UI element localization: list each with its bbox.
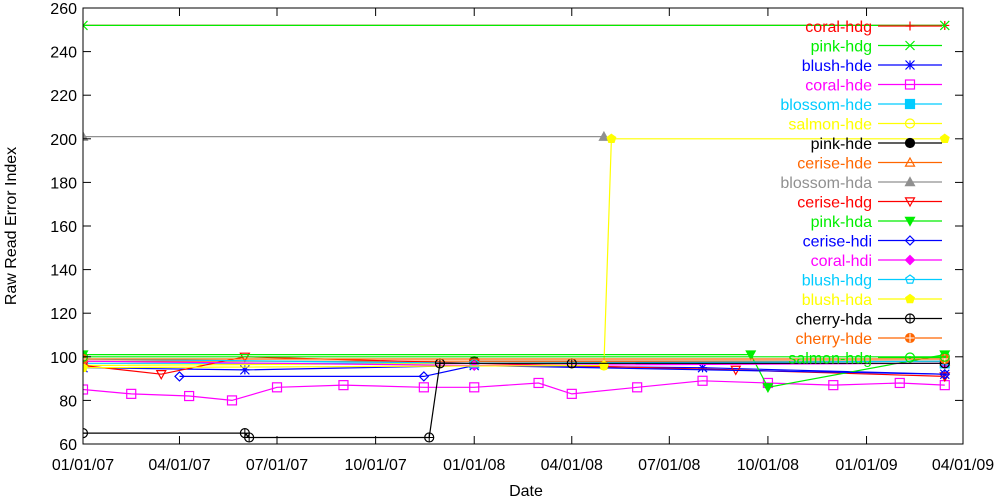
legend-marker xyxy=(904,313,916,324)
legend-label: cerise-hdi xyxy=(803,234,872,251)
legend-label: cherry-hda xyxy=(796,312,873,329)
y-tick-label: 140 xyxy=(50,263,77,280)
x-tick-label: 10/01/08 xyxy=(737,457,799,474)
x-tick-label: 07/01/08 xyxy=(638,457,700,474)
y-axis-title: Raw Read Error Index xyxy=(3,147,20,305)
legend-label: cerise-hdg xyxy=(797,195,872,212)
data-point-cherry-hda xyxy=(424,432,435,443)
legend-label: blush-hdg xyxy=(802,273,872,290)
legend-label: blossom-hde xyxy=(780,97,872,114)
y-tick-label: 240 xyxy=(50,45,77,62)
x-tick-label: 07/01/07 xyxy=(246,457,308,474)
legend-label: cherry-hde xyxy=(796,331,873,348)
legend-marker xyxy=(904,98,916,110)
x-tick-label: 04/01/09 xyxy=(932,457,994,474)
y-tick-label: 260 xyxy=(50,1,77,18)
legend-marker-dot xyxy=(908,356,912,359)
y-tick-label: 200 xyxy=(50,132,77,149)
legend-label: pink-hda xyxy=(811,214,872,231)
legend-label: cerise-hde xyxy=(797,156,872,173)
legend-label: salmon-hde xyxy=(788,117,872,134)
data-point-cherry-hda xyxy=(244,432,255,443)
chart: 60 80 100 120 140 160 180 200 220 240 260 01/01/07… xyxy=(0,0,1001,501)
y-tick-label: 180 xyxy=(50,175,77,192)
x-tick-label: 04/01/08 xyxy=(541,457,603,474)
x-tick-label: 01/01/07 xyxy=(52,457,114,474)
legend-label: salmon-hdg xyxy=(788,351,872,368)
legend-label: coral-hdg xyxy=(805,19,872,36)
y-tick-label: 120 xyxy=(50,306,77,323)
y-tick-label: 220 xyxy=(50,88,77,105)
legend-label: blush-hde xyxy=(802,58,872,75)
data-point-cherry-hda xyxy=(566,358,577,369)
legend-marker xyxy=(905,60,915,70)
legend-label: pink-hdg xyxy=(811,39,872,56)
x-tick-label: 01/01/08 xyxy=(443,457,505,474)
legend-label: coral-hdi xyxy=(811,253,872,270)
data-point-cherry-hda xyxy=(434,358,446,369)
y-tick-label: 160 xyxy=(50,219,77,236)
legend-marker-ring xyxy=(904,137,916,149)
x-axis-title: Date xyxy=(509,483,543,500)
legend-label: blush-hda xyxy=(802,292,872,309)
legend-label: blossom-hda xyxy=(780,175,872,192)
legend-label: pink-hde xyxy=(811,136,872,153)
chart-background xyxy=(0,0,1001,501)
y-tick-label: 100 xyxy=(50,350,77,367)
x-tick-label: 10/01/07 xyxy=(344,457,406,474)
legend-marker xyxy=(904,332,916,344)
data-point-salmon-hdg-dot xyxy=(943,355,947,359)
x-tick-label: 01/01/09 xyxy=(835,457,897,474)
legend-marker xyxy=(904,137,916,149)
legend-label: coral-hde xyxy=(805,78,872,95)
y-tick-label: 80 xyxy=(59,393,77,410)
y-tick-label: 60 xyxy=(59,437,77,454)
x-tick-label: 04/01/07 xyxy=(148,457,210,474)
